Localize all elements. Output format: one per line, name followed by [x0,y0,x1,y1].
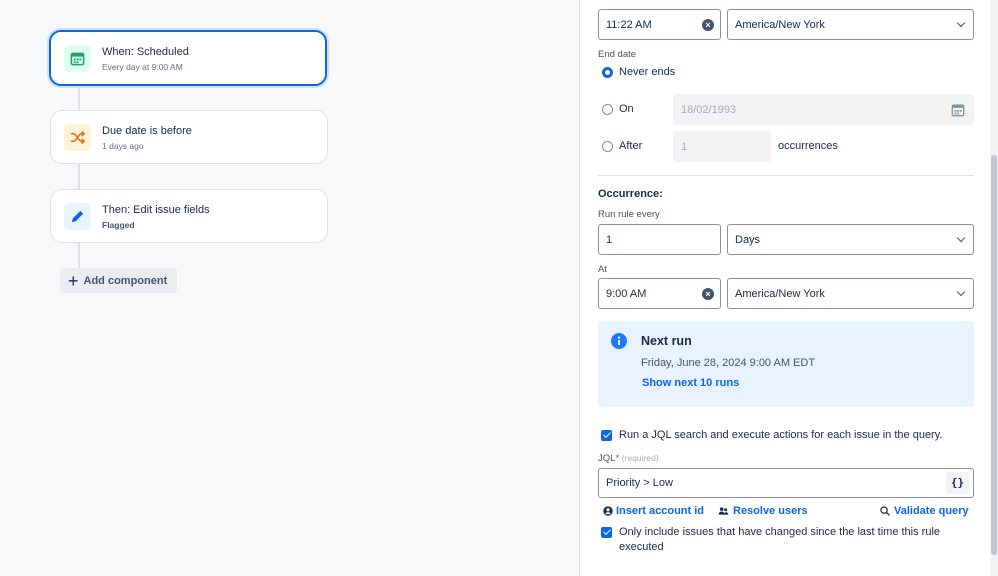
pencil-icon [64,202,91,230]
trigger-subtitle: Every day at 9:00 AM [102,61,183,72]
trigger-title: When: Scheduled [102,45,189,58]
required-hint: (required) [621,453,659,463]
action-card[interactable]: Then: Edit issue fields Flagged [50,189,328,243]
users-icon [718,507,729,515]
only-changed-checkbox[interactable] [601,527,612,538]
on-date-field[interactable]: 18/02/1993 [673,94,974,125]
start-timezone-select[interactable]: America/New York [727,9,974,40]
action-subtitle: Flagged [102,219,135,230]
after-label: After [619,140,643,152]
chevron-down-icon [956,233,966,243]
interval-unit-select[interactable]: Days [727,224,974,255]
jql-value: Priority > Low [606,477,673,489]
run-rule-every-label: Run rule every [598,209,660,220]
run-jql-label: Run a JQL search and execute actions for… [619,429,943,441]
at-timezone-value: America/New York [735,287,825,300]
info-icon [611,333,627,349]
validate-query-label: Validate query [894,505,969,517]
section-divider [598,175,974,176]
required-marker: * [615,453,620,464]
at-time-field[interactable]: 9:00 AM × [598,278,721,309]
add-component-label: Add component [83,274,168,287]
flow-connector [78,86,80,111]
condition-card[interactable]: Due date is before 1 days ago [50,110,328,164]
next-run-title: Next run [641,334,692,348]
insert-account-id-link[interactable]: Insert account id [603,505,704,517]
clear-icon[interactable]: × [702,288,714,300]
end-date-label: End date [598,49,637,60]
at-time-value: 9:00 AM [606,287,647,300]
on-date-placeholder: 18/02/1993 [681,103,737,116]
after-count-field[interactable]: 1 [673,131,771,162]
insert-account-id-label: Insert account id [616,505,705,517]
chevron-down-icon [956,287,966,297]
start-timezone-value: America/New York [735,18,825,31]
interval-input[interactable]: 1 [598,224,721,255]
scrollbar-track[interactable] [990,0,998,576]
calendar-icon[interactable] [951,103,965,117]
next-run-panel: Next run Friday, June 28, 2024 9:00 AM E… [598,321,974,407]
user-circle-icon [603,506,613,516]
jql-input[interactable]: Priority > Low {} [598,468,974,498]
plus-icon: + [68,270,79,291]
search-icon [880,506,890,516]
interval-value: 1 [606,233,613,246]
on-date-radio[interactable] [602,104,613,115]
never-ends-label: Never ends [619,66,676,78]
occurrence-heading: Occurrence: [598,188,663,200]
occurrences-label: occurrences [778,140,838,152]
jql-label: JQL [598,453,616,464]
resolve-users-label: Resolve users [733,505,808,517]
clear-icon[interactable]: × [702,19,714,31]
at-timezone-select[interactable]: America/New York [727,278,974,309]
action-title: Then: Edit issue fields [102,203,210,216]
start-time-value: 11:22 AM [606,18,652,31]
after-count-placeholder: 1 [681,140,688,153]
never-ends-radio[interactable] [602,67,613,78]
resolve-users-link[interactable]: Resolve users [718,505,808,517]
scrollbar-thumb[interactable] [991,155,997,555]
on-date-label: On [619,103,634,115]
show-next-runs-link[interactable]: Show next 10 runs [642,377,739,389]
validate-query-link[interactable]: Validate query [880,505,969,517]
chevron-down-icon [956,18,966,28]
flow-connector [78,243,80,269]
condition-title: Due date is before [102,124,192,137]
shuffle-icon [64,123,91,151]
trigger-card[interactable]: When: Scheduled Every day at 9:00 AM [49,30,327,86]
start-time-field[interactable]: 11:22 AM × [598,9,721,40]
jql-label-row: JQL* (required) [598,453,659,464]
add-component-button[interactable]: + Add component [60,268,177,293]
at-label: At [598,264,607,275]
next-run-datetime: Friday, June 28, 2024 9:00 AM EDT [641,357,816,369]
condition-subtitle: 1 days ago [102,140,144,151]
calendar-icon [64,44,91,72]
only-changed-label: Only include issues that have changed si… [619,526,941,553]
after-radio[interactable] [602,141,613,152]
flow-connector [78,164,80,190]
run-jql-checkbox[interactable] [601,430,612,441]
interval-unit-value: Days [735,233,761,246]
jql-braces-button[interactable]: {} [946,472,969,494]
